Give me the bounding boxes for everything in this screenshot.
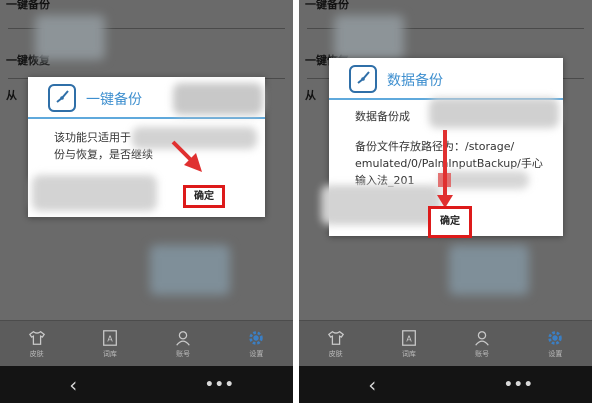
- bottom-tab-bar: 皮肤 A 词库 账号 设置: [299, 320, 592, 367]
- tab-label: 词库: [102, 350, 117, 358]
- bg-blurred-area: [150, 245, 230, 295]
- back-icon[interactable]: ‹: [357, 375, 387, 395]
- bottom-tab-bar: 皮肤 A 词库 账号 设置: [0, 320, 293, 367]
- system-nav-bar: ‹ •••: [0, 366, 293, 403]
- bg-row-backup: 一键备份: [6, 0, 50, 11]
- bg-row-from: 从: [305, 89, 316, 102]
- bg-blurred-area: [334, 15, 404, 60]
- bg-row-from: 从: [6, 89, 17, 102]
- svg-text:A: A: [107, 334, 113, 344]
- confirm-button[interactable]: 确定: [428, 206, 472, 238]
- tshirt-icon: [327, 330, 344, 345]
- tab-label: 词库: [401, 350, 416, 358]
- bg-row-backup: 一键备份: [305, 0, 349, 11]
- svg-text:A: A: [406, 334, 412, 344]
- tab-account[interactable]: 账号: [446, 321, 519, 367]
- tab-label: 账号: [176, 350, 191, 358]
- tab-settings[interactable]: 设置: [220, 321, 293, 367]
- backup-result-dialog: 数据备份 数据备份成 备份文件存放路径为：/storage/ emulated/…: [321, 58, 563, 238]
- tab-settings[interactable]: 设置: [519, 321, 592, 367]
- tshirt-icon: [28, 330, 45, 345]
- backup-dialog: 一键备份 该功能只适用于 份与恢复，是否继续 确定: [28, 77, 265, 217]
- tab-dictionary[interactable]: A 词库: [372, 321, 445, 367]
- back-icon[interactable]: ‹: [58, 375, 88, 395]
- tab-label: 皮肤: [29, 350, 44, 358]
- person-icon: [475, 331, 489, 346]
- menu-dots-icon[interactable]: •••: [504, 378, 534, 392]
- tab-label: 设置: [548, 350, 563, 358]
- tab-dictionary[interactable]: A 词库: [73, 321, 146, 367]
- bg-blurred-area: [449, 245, 529, 295]
- person-icon: [176, 331, 190, 346]
- gear-icon: [548, 331, 563, 345]
- tab-skin[interactable]: 皮肤: [0, 321, 73, 367]
- bg-blurred-area: [35, 15, 105, 60]
- menu-dots-icon[interactable]: •••: [205, 378, 235, 392]
- tab-account[interactable]: 账号: [147, 321, 220, 367]
- tab-label: 账号: [475, 350, 490, 358]
- arrow-icon: [171, 140, 202, 172]
- letter-a-icon: A: [102, 330, 117, 346]
- tab-label: 设置: [249, 350, 264, 358]
- tab-label: 皮肤: [328, 350, 343, 358]
- tab-skin[interactable]: 皮肤: [299, 321, 372, 367]
- gear-icon: [249, 331, 264, 345]
- system-nav-bar: ‹ •••: [299, 366, 592, 403]
- phone-screen-left: 一键备份 一键恢复 从 一键备份 该功能只适用于 份与恢复，是否继续 确定 皮肤…: [0, 0, 293, 403]
- phone-screen-right: 一键备份 一键恢复 从 数据备份 数据备份成 备份文件存放路径为：/storag…: [299, 0, 592, 403]
- letter-a-icon: A: [401, 330, 416, 346]
